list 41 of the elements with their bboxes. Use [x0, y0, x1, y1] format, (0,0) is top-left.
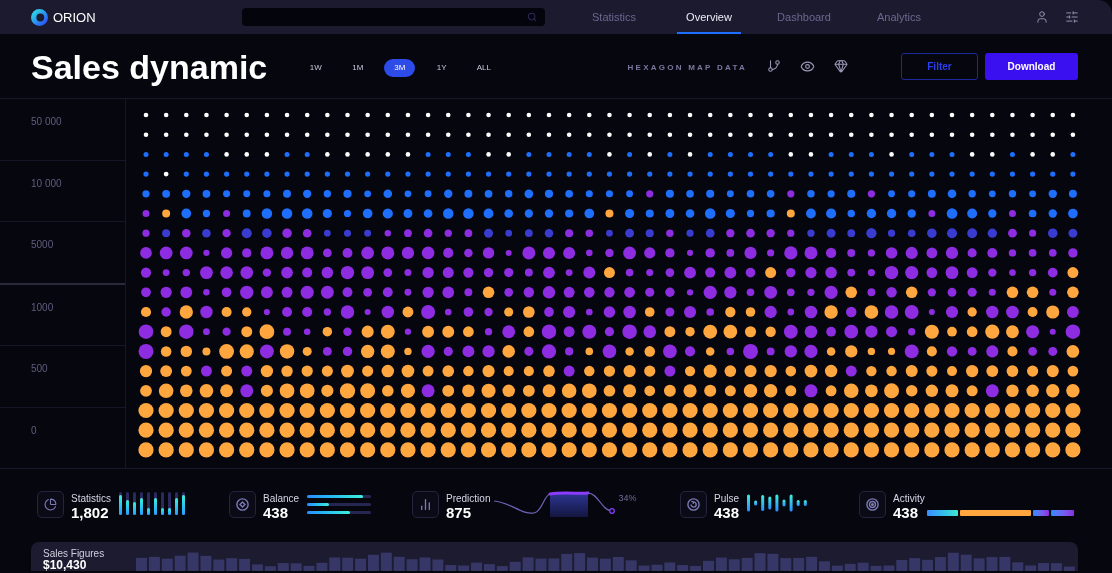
percent-text: 34%: [618, 493, 637, 503]
diamond-icon[interactable]: [834, 59, 848, 73]
stat-value: 438: [714, 505, 740, 521]
range-pill[interactable]: 3M: [384, 59, 416, 77]
axis-label: 0: [31, 424, 37, 436]
card-title: Sales Figures: [43, 548, 106, 560]
range-pill[interactable]: 1M: [342, 59, 374, 77]
axis-label: 50 000: [31, 116, 62, 127]
logo-icon: [31, 8, 48, 26]
stat-label: Prediction: [446, 493, 491, 505]
download-button[interactable]: Download: [985, 52, 1078, 80]
settings-icon[interactable]: [1065, 10, 1079, 24]
view-label: HEXAGON MAP DATA: [627, 62, 747, 73]
concentric-circles-icon: [859, 491, 886, 518]
axis-label: 10 000: [31, 177, 62, 189]
card-value: $10,430: [43, 560, 87, 571]
pie-chart-icon: [37, 491, 64, 518]
stat-value: 1,802: [71, 505, 110, 521]
logo-text: ORION: [53, 10, 96, 24]
stat-value: 438: [893, 505, 920, 521]
user-icon[interactable]: [1035, 10, 1049, 24]
axis-label: 5000: [31, 239, 54, 250]
page-title: Sales dynamic: [31, 50, 268, 84]
stat-label: Balance: [263, 493, 300, 505]
pulse-waveform: [747, 493, 810, 513]
branch-icon[interactable]: [767, 59, 781, 73]
range-pill[interactable]: 1W: [300, 59, 332, 77]
axis-label: 1000: [31, 301, 54, 313]
search-icon: [527, 12, 537, 22]
stat-value: 438: [263, 505, 290, 521]
stat-value: 875: [446, 505, 473, 521]
eye-icon[interactable]: [800, 58, 815, 74]
axis-label: 500: [31, 363, 48, 374]
stat-label: Statistics: [71, 493, 111, 505]
range-pill[interactable]: ALL: [468, 59, 500, 77]
search-field[interactable]: [242, 8, 545, 26]
stat-label: Pulse: [714, 493, 740, 505]
range-pill[interactable]: 1Y: [426, 59, 458, 77]
nav-tab[interactable]: Overview: [677, 0, 741, 34]
stat-label: Activity: [893, 493, 925, 505]
bar-chart-icon: [412, 491, 439, 518]
